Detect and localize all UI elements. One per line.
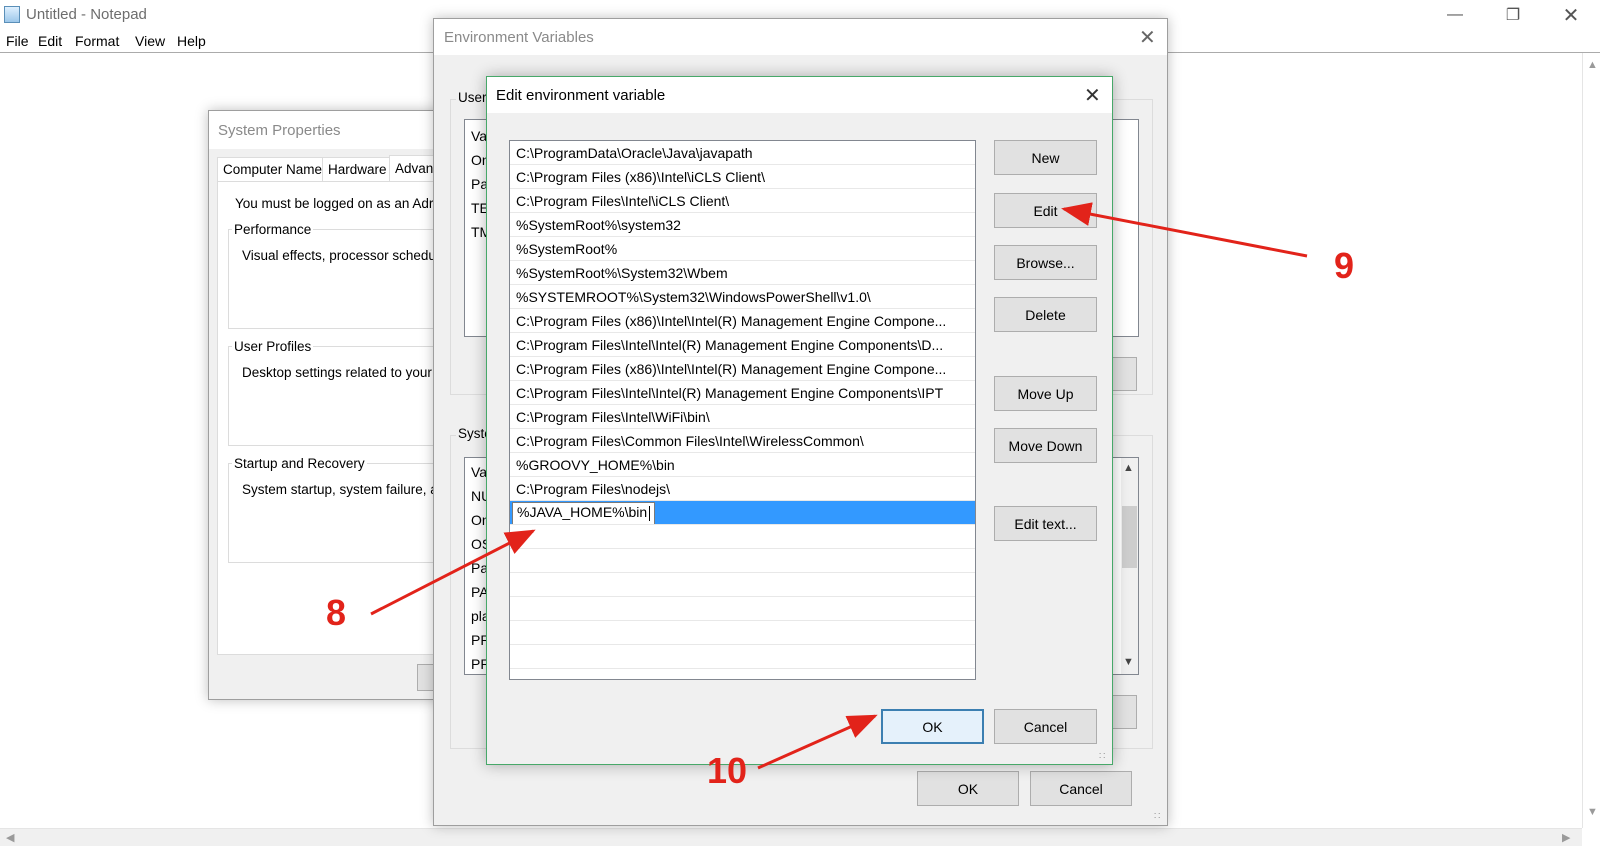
annotation-overlay bbox=[370, 202, 1308, 770]
annotation-step-10: 10 bbox=[707, 750, 748, 791]
annotation-arrow-10 bbox=[757, 714, 878, 770]
annotation-arrow-9 bbox=[1061, 202, 1308, 258]
annotation-step-8: 8 bbox=[326, 592, 347, 633]
annotation-arrow-8 bbox=[370, 529, 536, 616]
annotation-step-9: 9 bbox=[1334, 245, 1355, 286]
